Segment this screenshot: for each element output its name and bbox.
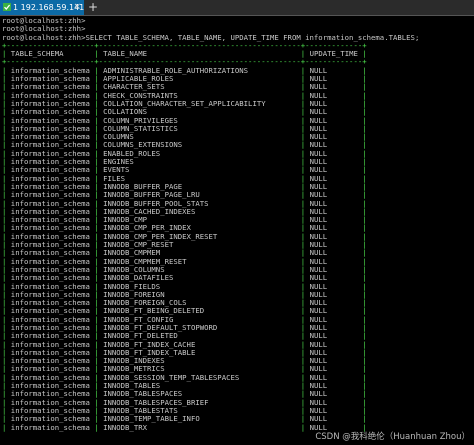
terminal-output[interactable]: root@localhost:zhh> root@localhost:zhh> ro… bbox=[2, 17, 472, 445]
close-icon[interactable]: × bbox=[73, 0, 81, 15]
connected-check-icon bbox=[3, 3, 11, 11]
watermark: CSDN @我科绝伦（Huanhuan Zhou） bbox=[315, 432, 470, 442]
add-tab-button[interactable]: + bbox=[86, 0, 100, 15]
table-name-cell: INNODB_TRX bbox=[103, 422, 301, 432]
session-tab[interactable]: 1 192.168.59.141:22 × bbox=[0, 0, 84, 15]
tab-bar: 1 192.168.59.141:22 × + bbox=[0, 0, 474, 16]
schema-cell: information_schema bbox=[10, 422, 95, 432]
